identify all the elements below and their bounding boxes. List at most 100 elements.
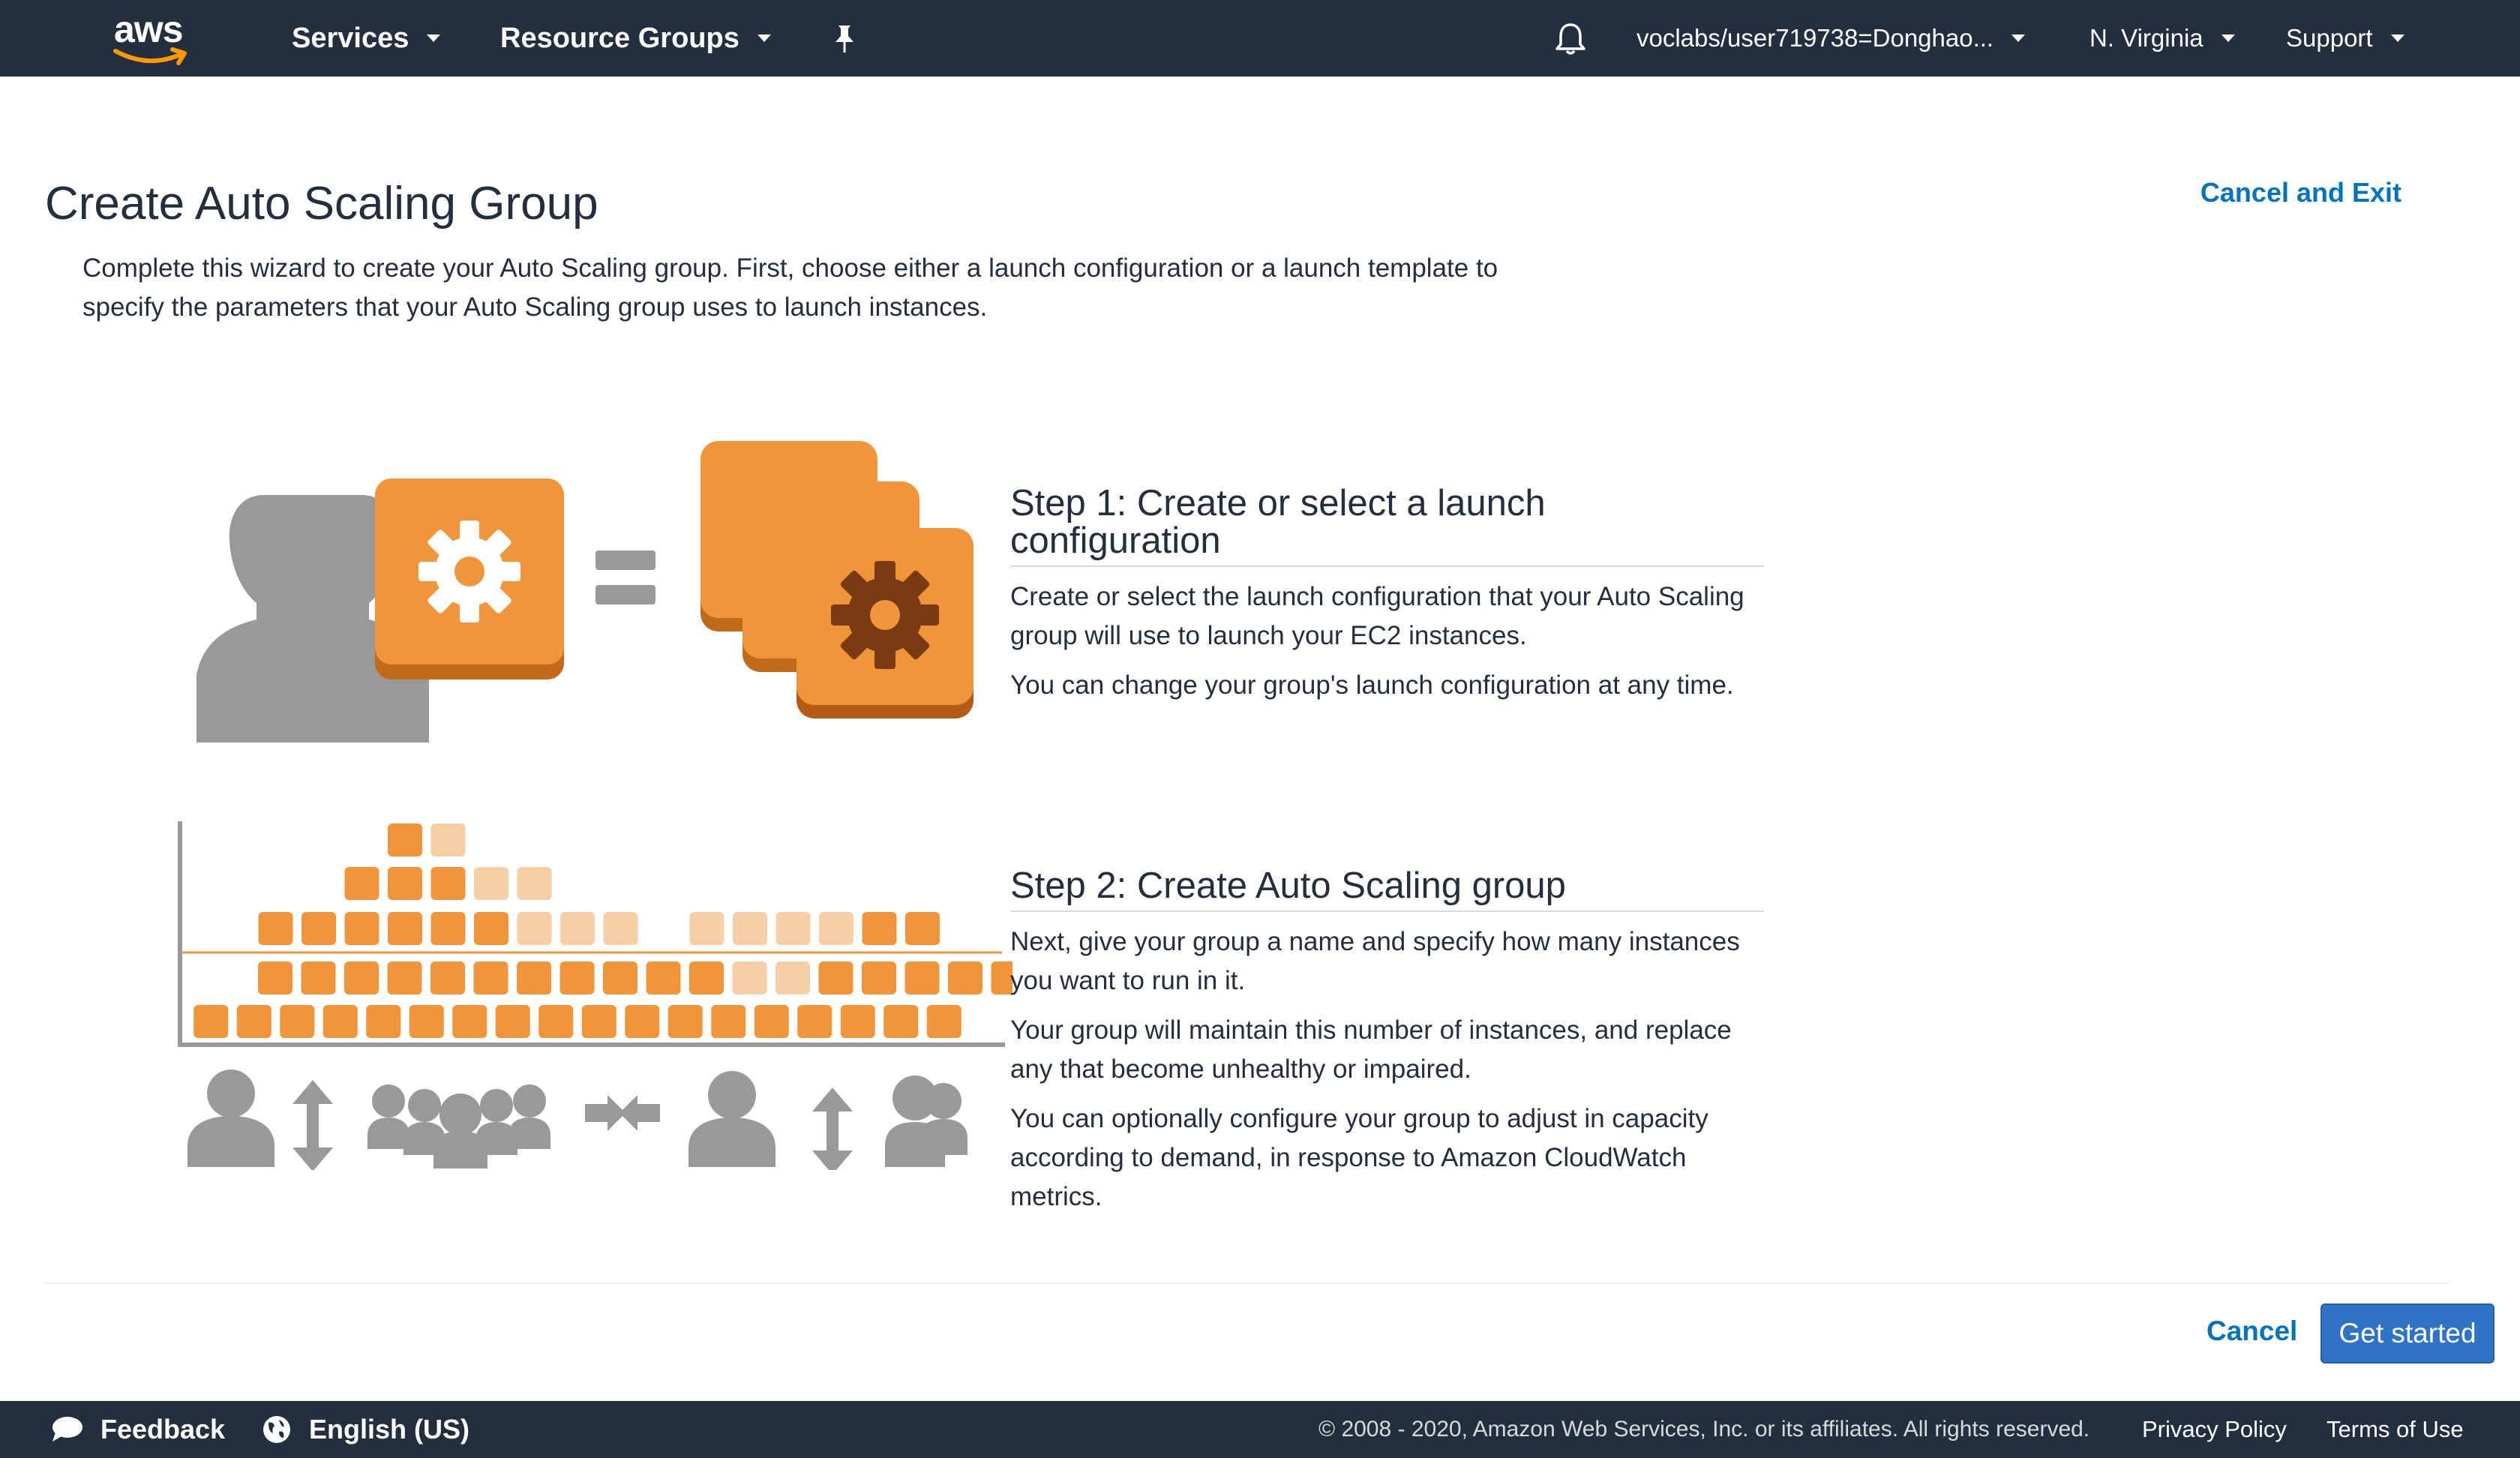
instance-block: [991, 962, 1012, 994]
instance-block: [926, 1005, 962, 1038]
instance-block: [560, 912, 595, 945]
terms-of-use-link[interactable]: Terms of Use: [2326, 1401, 2464, 1458]
group-of-people-icon: [368, 1084, 550, 1168]
instance-block: [388, 824, 422, 856]
console-footer: Feedback English (US) © 2008 - 2020, Ama…: [0, 1401, 2520, 1458]
auto-scaling-illustration: [178, 441, 1012, 1170]
instance-block: [689, 962, 724, 994]
step-1-title: Step 1: Create or select a launch config…: [1010, 484, 1764, 567]
aws-logo[interactable]: aws: [111, 8, 194, 68]
instance-block: [366, 1005, 401, 1038]
capacity-grid-icon: [194, 824, 1012, 1038]
resource-groups-label: Resource Groups: [500, 22, 740, 54]
account-label: voclabs/user719738=Donghao...: [1636, 24, 1994, 52]
instance-block: [517, 962, 551, 994]
instance-block: [884, 1005, 919, 1038]
step-2-title: Step 2: Create Auto Scaling group: [1010, 867, 1764, 912]
instance-block: [625, 1005, 660, 1038]
intro-text: Complete this wizard to create your Auto…: [82, 254, 1498, 322]
instance-block: [776, 912, 811, 945]
gear-icon: [831, 561, 939, 669]
instance-block: [819, 912, 854, 945]
instance-block: [668, 1005, 703, 1038]
step-2-section: Step 2: Create Auto Scaling group Next, …: [1010, 867, 1764, 1216]
instance-block: [689, 912, 724, 945]
aws-smile-icon: [113, 47, 187, 65]
instance-block: [646, 962, 681, 994]
page-title: Create Auto Scaling Group: [45, 178, 598, 230]
region-label: N. Virginia: [2090, 24, 2204, 52]
step-2-paragraph: You can optionally configure your group …: [1010, 1104, 1708, 1211]
vertical-arrows-icon: [292, 1080, 333, 1170]
instance-block: [776, 962, 810, 994]
instance-block: [344, 962, 379, 994]
support-menu[interactable]: Support: [2286, 0, 2404, 76]
instance-block: [560, 962, 595, 994]
stacked-config-cards-icon: [700, 441, 974, 718]
instance-block: [862, 912, 897, 945]
instance-block: [430, 867, 466, 900]
instance-block: [733, 912, 767, 945]
account-menu[interactable]: voclabs/user719738=Donghao...: [1636, 0, 2026, 76]
instance-block: [258, 912, 293, 945]
copyright-text: © 2008 - 2020, Amazon Web Services, Inc.…: [1318, 1417, 2090, 1442]
chevron-down-icon: [2221, 34, 2235, 42]
cancel-button[interactable]: Cancel: [2206, 1316, 2297, 1347]
instance-block: [280, 1005, 315, 1038]
instance-block: [754, 1005, 789, 1038]
instance-block: [732, 962, 767, 994]
instance-block: [495, 1005, 530, 1038]
instance-block: [797, 1005, 832, 1038]
feedback-label: Feedback: [100, 1414, 226, 1444]
language-label: English (US): [309, 1414, 470, 1444]
instance-block: [474, 867, 508, 900]
step-1-paragraph: You can change your group's launch confi…: [1010, 670, 1734, 700]
instance-block: [904, 962, 940, 994]
instance-block: [387, 962, 422, 994]
services-menu[interactable]: Services: [292, 0, 441, 76]
instance-block: [603, 962, 638, 994]
instance-block: [452, 1005, 488, 1038]
language-selector[interactable]: English (US): [261, 1401, 470, 1458]
resource-groups-menu[interactable]: Resource Groups: [500, 0, 771, 76]
instance-block: [388, 912, 422, 945]
feedback-link[interactable]: Feedback: [50, 1401, 225, 1458]
chevron-down-icon: [427, 34, 441, 42]
step-2-paragraph: Your group will maintain this number of …: [1010, 1016, 1732, 1084]
instance-block: [517, 912, 552, 945]
region-menu[interactable]: N. Virginia: [2090, 0, 2235, 76]
instance-block: [474, 912, 508, 945]
step-1-section: Step 1: Create or select a launch config…: [1010, 484, 1764, 705]
person-icon: [688, 1071, 776, 1167]
instance-block: [948, 962, 982, 994]
two-people-icon: [885, 1076, 968, 1167]
instance-block: [905, 912, 940, 945]
instance-block: [236, 1005, 272, 1038]
step-2-paragraph: Next, give your group a name and specify…: [1010, 927, 1740, 995]
globe-icon: [263, 1416, 290, 1443]
instance-block: [409, 1005, 444, 1038]
top-navigation-bar: aws Services Resource Groups voclabs/use…: [0, 0, 2520, 76]
get-started-button[interactable]: Get started: [2320, 1304, 2494, 1364]
step-1-paragraph: Create or select the launch configuratio…: [1010, 582, 1744, 650]
instance-block: [388, 867, 422, 900]
chevron-down-icon: [2390, 34, 2404, 42]
pin-icon[interactable]: [830, 22, 860, 59]
bell-icon[interactable]: [1553, 21, 1588, 61]
instance-block: [603, 912, 638, 945]
instance-block: [430, 962, 465, 994]
aws-logo-text: aws: [114, 8, 184, 50]
instance-block: [430, 912, 466, 945]
instance-block: [344, 867, 380, 900]
instance-block: [473, 962, 508, 994]
footer-divider: [45, 1282, 2449, 1284]
instance-block: [302, 912, 336, 945]
cancel-and-exit-link[interactable]: Cancel and Exit: [2200, 177, 2402, 208]
instance-block: [258, 962, 292, 994]
services-label: Services: [292, 22, 410, 54]
instance-block: [322, 1005, 358, 1038]
converge-arrows-icon: [585, 1095, 660, 1131]
privacy-policy-link[interactable]: Privacy Policy: [2142, 1401, 2287, 1458]
instance-block: [818, 962, 854, 994]
instance-block: [840, 1005, 875, 1038]
